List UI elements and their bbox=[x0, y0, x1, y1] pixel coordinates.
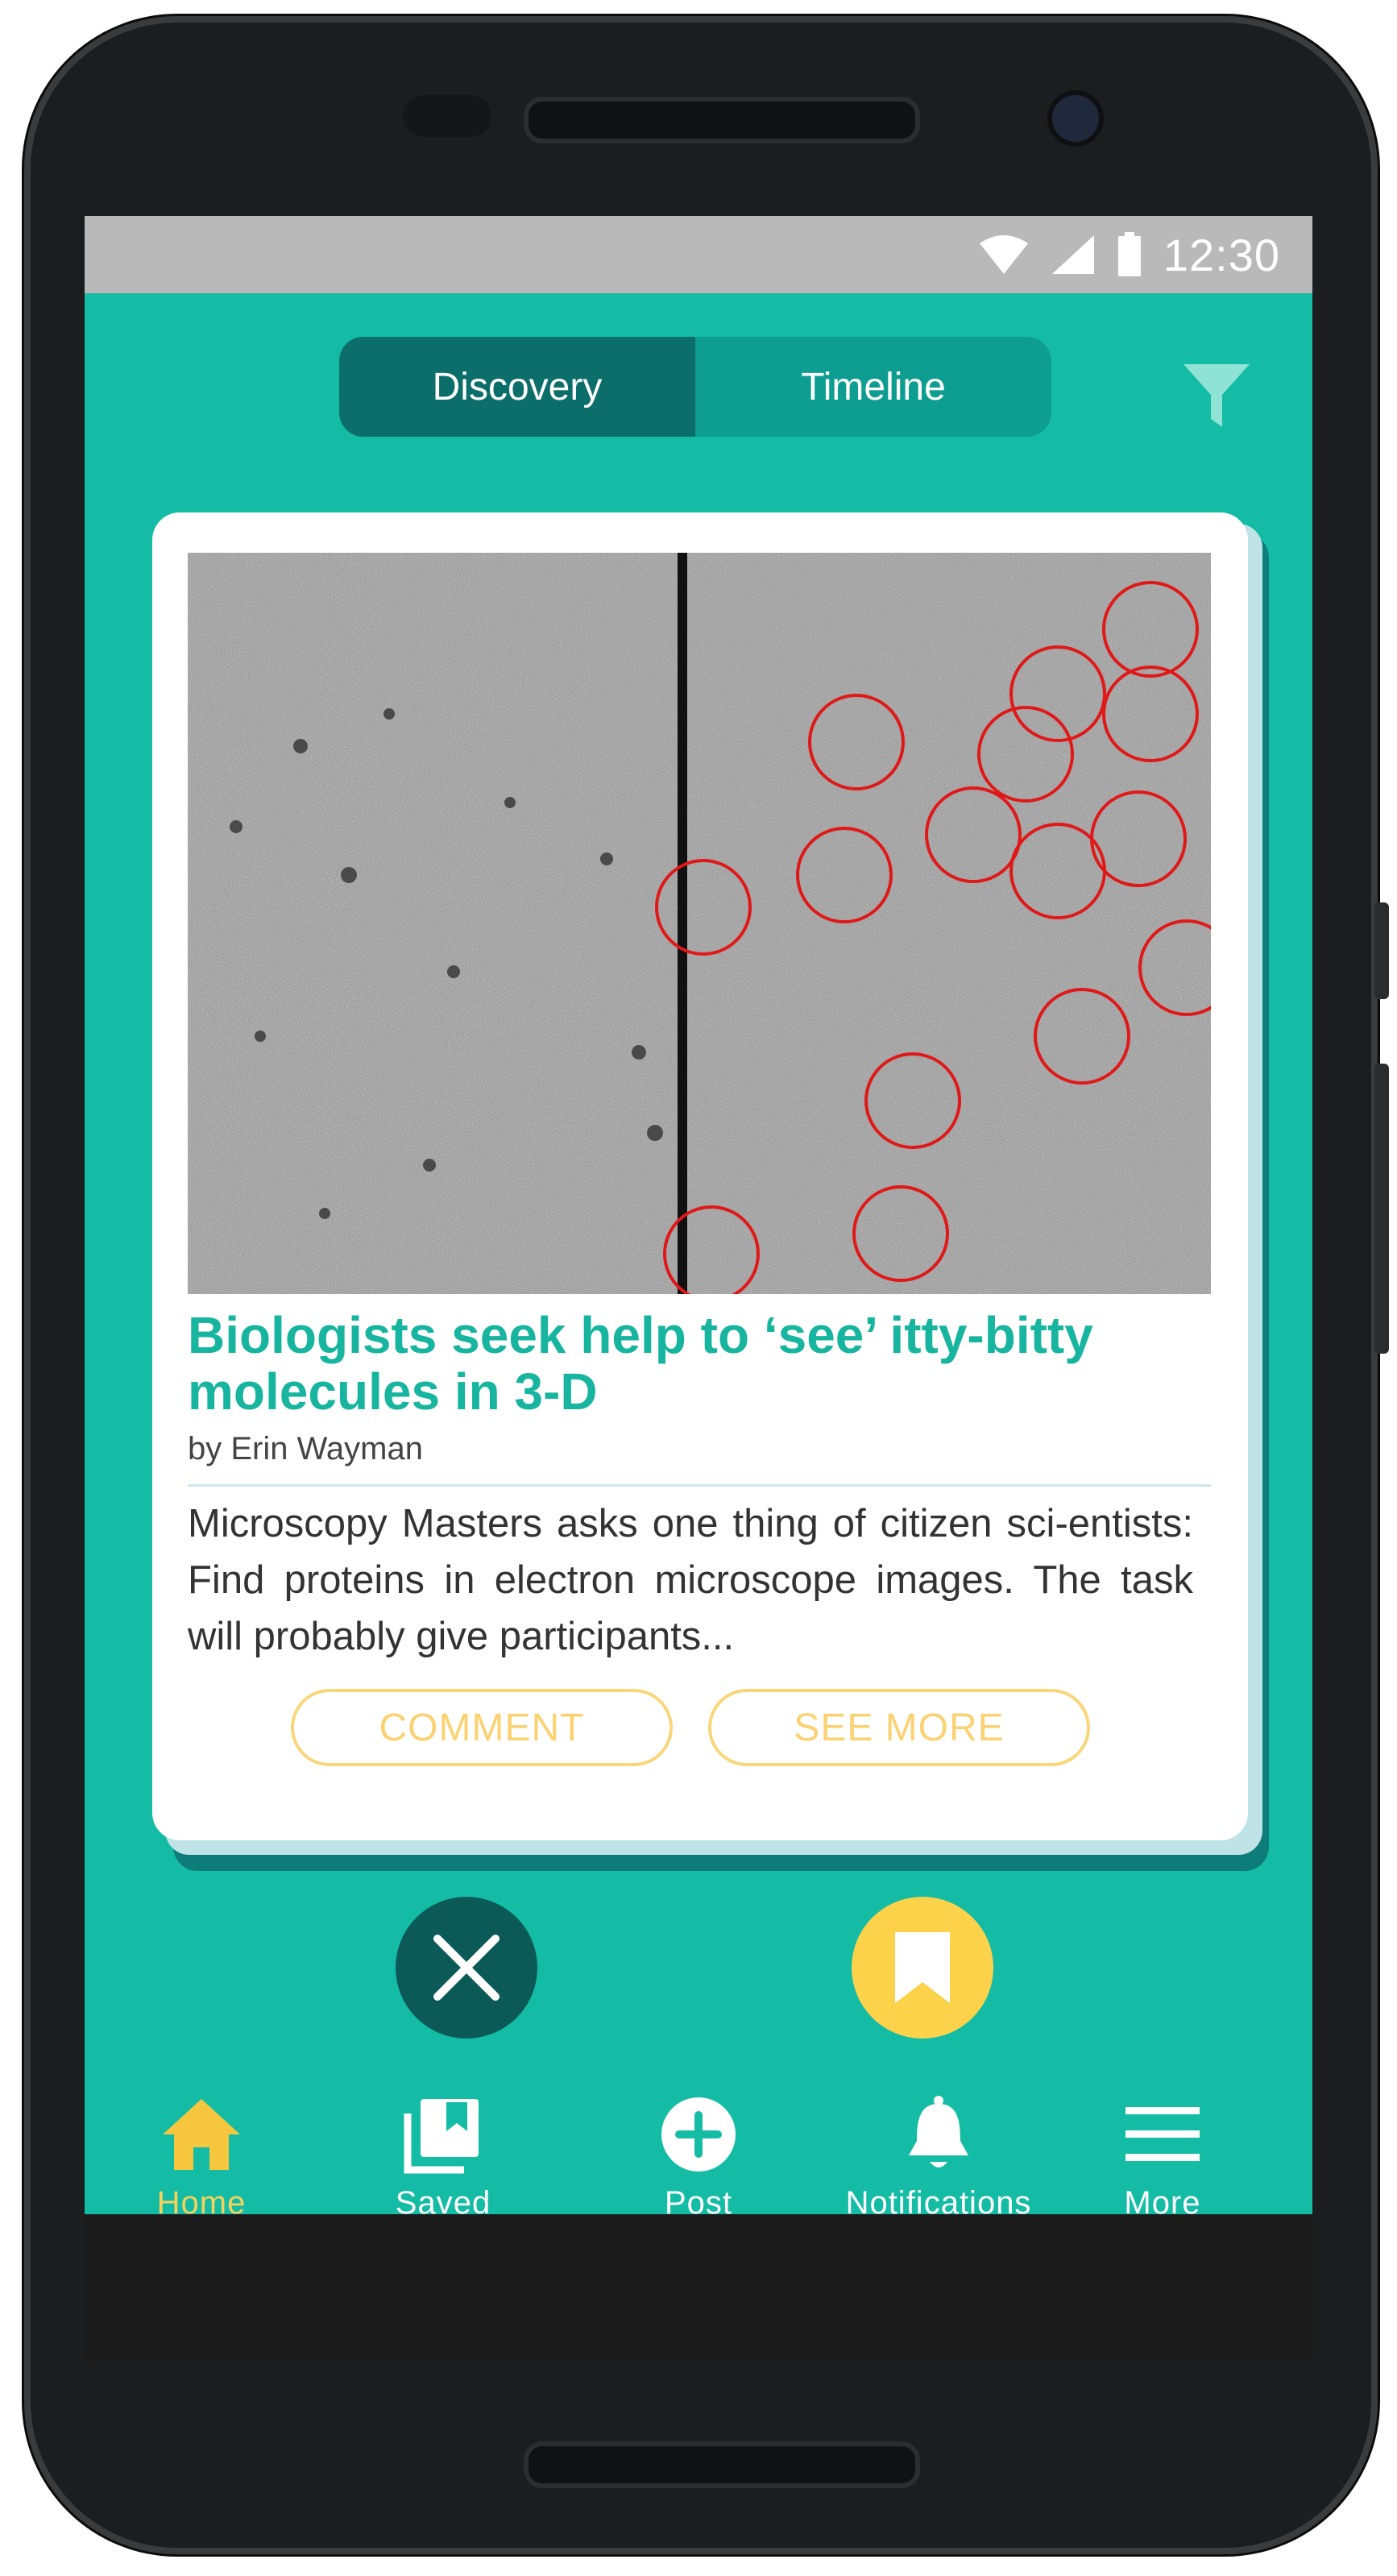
article-summary: Microscopy Masters asks one thing of cit… bbox=[188, 1502, 1193, 1658]
tab-discovery[interactable]: Discovery bbox=[339, 337, 695, 437]
dismiss-button[interactable] bbox=[396, 1897, 537, 2039]
bottom-navigation: Home Saved Post Notifications More bbox=[85, 2087, 1312, 2240]
battery-icon bbox=[1117, 232, 1141, 276]
clock: 12:30 bbox=[1163, 229, 1280, 280]
article-title[interactable]: Biologists seek help to ‘see’ itty-bitty… bbox=[188, 1307, 1219, 1420]
article-card[interactable]: Biologists seek help to ‘see’ itty-bitty… bbox=[152, 512, 1248, 1840]
comment-button[interactable]: COMMENT bbox=[291, 1689, 673, 1766]
filter-icon[interactable] bbox=[1180, 358, 1253, 430]
tab-timeline[interactable]: Timeline bbox=[695, 337, 1051, 437]
cell-signal-icon bbox=[1051, 235, 1094, 274]
nav-notifications[interactable]: Notifications bbox=[802, 2087, 1076, 2240]
nav-saved[interactable]: Saved bbox=[338, 2087, 548, 2240]
nav-post-label: Post bbox=[664, 2185, 733, 2221]
divider bbox=[188, 1484, 1211, 1487]
power-button bbox=[1374, 1064, 1389, 1354]
menu-icon bbox=[1125, 2107, 1200, 2161]
nav-post[interactable]: Post bbox=[594, 2087, 803, 2240]
bell-icon bbox=[909, 2096, 968, 2167]
nav-home[interactable]: Home bbox=[97, 2087, 306, 2240]
see-more-button[interactable]: SEE MORE bbox=[708, 1689, 1090, 1766]
earpiece-speaker bbox=[524, 97, 920, 143]
app-content: Discovery Timeline Biologists seek help … bbox=[85, 293, 1312, 2221]
bottom-speaker bbox=[524, 2441, 920, 2488]
wifi-icon bbox=[979, 235, 1028, 274]
screen: 12:30 Discovery Timeline Biologists seek… bbox=[85, 216, 1312, 2362]
nav-notifications-label: Notifications bbox=[845, 2185, 1032, 2221]
view-switcher: Discovery Timeline bbox=[339, 337, 1051, 437]
front-camera bbox=[1047, 90, 1104, 147]
article-byline: by Erin Wayman bbox=[188, 1431, 423, 1466]
nav-more-label: More bbox=[1124, 2185, 1201, 2221]
plus-circle-icon bbox=[661, 2097, 736, 2172]
volume-button bbox=[1374, 902, 1389, 999]
microscopy-image bbox=[188, 553, 1211, 1294]
home-icon bbox=[163, 2099, 240, 2170]
nav-home-label: Home bbox=[156, 2185, 247, 2221]
bookmark-icon bbox=[895, 1932, 950, 2003]
status-bar: 12:30 bbox=[85, 216, 1312, 293]
saved-icon bbox=[404, 2099, 479, 2174]
save-button[interactable] bbox=[852, 1897, 993, 2039]
close-icon bbox=[433, 1935, 500, 2001]
nav-saved-label: Saved bbox=[395, 2185, 491, 2221]
nav-more[interactable]: More bbox=[1058, 2087, 1267, 2240]
sensor bbox=[403, 95, 491, 137]
